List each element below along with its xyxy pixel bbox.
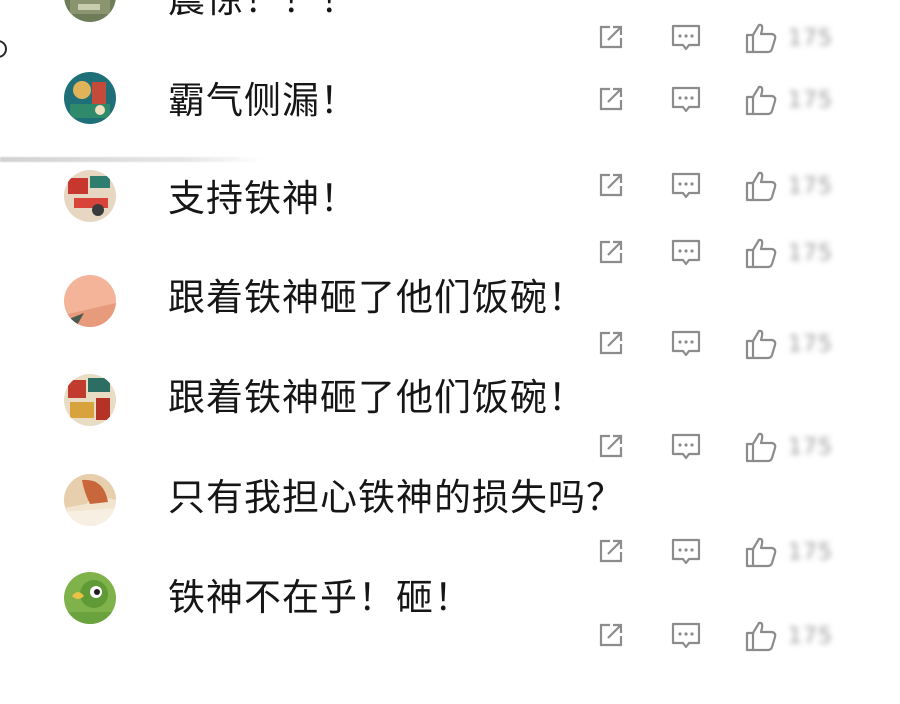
comment-text: 跟着铁神砸了他们饭碗！ [168,376,586,419]
share-icon[interactable] [596,237,626,267]
thumbs-up-icon[interactable] [744,84,778,116]
avatar[interactable] [64,72,116,124]
comment-actions: 175 [596,431,846,465]
comment-actions: 175 [596,84,846,118]
like-count: 175 [788,540,833,565]
thumbs-up-icon[interactable] [744,620,778,652]
reply-icon[interactable] [670,22,702,54]
comment-text: 跟着铁神砸了他们饭碗！ [168,276,586,319]
comment-text: 支持铁神！ [168,177,358,220]
avatar[interactable] [64,275,116,327]
comment-actions: 175 [596,170,846,204]
thumbs-up-icon[interactable] [744,22,778,54]
reply-icon[interactable] [670,431,702,463]
comment-list: 震惊！！！ 175 霸气侧漏！ [0,0,900,704]
reply-icon[interactable] [670,84,702,116]
reply-icon[interactable] [670,536,702,568]
thumbs-up-icon[interactable] [744,431,778,463]
like-count: 175 [788,174,833,199]
thumbs-up-icon[interactable] [744,328,778,360]
like-count: 175 [788,435,833,460]
like-count: 175 [788,624,833,649]
comment-actions: 175 [596,620,846,654]
comment-actions: 175 [596,22,846,56]
avatar[interactable] [64,374,116,426]
share-icon[interactable] [596,22,626,52]
avatar[interactable] [64,170,116,222]
avatar[interactable] [64,474,116,526]
thumbs-up-icon[interactable] [744,237,778,269]
thumbs-up-icon[interactable] [744,536,778,568]
reply-icon[interactable] [670,620,702,652]
comment-actions: 175 [596,328,846,362]
share-icon[interactable] [596,620,626,650]
like-count: 175 [788,26,833,51]
like-count: 175 [788,88,833,113]
avatar[interactable] [64,572,116,624]
avatar[interactable] [64,0,116,22]
share-icon[interactable] [596,431,626,461]
comment-text: 霸气侧漏！ [168,79,358,122]
reply-icon[interactable] [670,328,702,360]
share-icon[interactable] [596,536,626,566]
comment-actions: 175 [596,536,846,570]
like-count: 175 [788,241,833,266]
share-icon[interactable] [596,84,626,114]
reply-icon[interactable] [670,170,702,202]
thumbs-up-icon[interactable] [744,170,778,202]
section-divider [0,157,262,162]
comment-actions: 175 [596,237,846,271]
reply-icon[interactable] [670,237,702,269]
comment-text: 铁神不在乎！砸！ [168,576,472,619]
comment-text: 只有我担心铁神的损失吗？ [168,476,624,519]
edge-circle-icon [0,40,7,58]
share-icon[interactable] [596,328,626,358]
comment-text: 震惊！！！ [168,0,358,22]
share-icon[interactable] [596,170,626,200]
like-count: 175 [788,332,833,357]
